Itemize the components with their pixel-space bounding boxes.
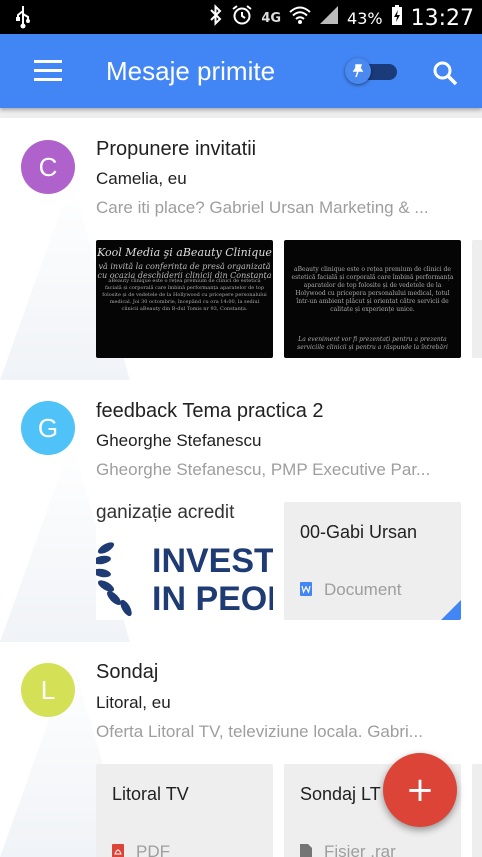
thread-subject: Sondaj	[96, 661, 159, 683]
attachment-name: Sondaj LT	[300, 784, 381, 804]
compose-button[interactable]: +	[383, 753, 457, 827]
file-icon	[300, 843, 312, 857]
preview-text: IN PEOP	[152, 580, 273, 618]
attachment-name: 00-Gabi Ursan	[300, 522, 418, 542]
preview-text: aBeauty clinique este o rețea premium de…	[102, 278, 267, 312]
attachment-type: Document	[324, 580, 402, 599]
app-bar: Mesaje primite	[0, 34, 482, 108]
avatar[interactable]: L	[21, 663, 75, 717]
avatar[interactable]: G	[21, 401, 75, 455]
thread-senders: Litoral, eu	[96, 693, 171, 712]
pdf-icon	[112, 843, 124, 857]
thread-subject: feedback Tema practica 2	[96, 400, 324, 422]
thread-snippet: Oferta Litoral TV, televiziune locala. G…	[96, 722, 423, 741]
status-bar: 4G 43% 13:27	[0, 0, 482, 34]
preview-title: Kool Media şi aBeauty Clinique	[97, 246, 272, 259]
avatar[interactable]: C	[21, 140, 75, 194]
attachment-preview-overflow[interactable]	[472, 240, 482, 358]
preview-text: La eveniment vor fi prezentați pentru a …	[297, 336, 448, 351]
network-type: 4G	[261, 10, 282, 26]
thread-snippet: Care iti place? Gabriel Ursan Marketing …	[96, 198, 429, 217]
hamburger-menu-icon[interactable]	[34, 60, 62, 82]
wifi-icon	[289, 5, 311, 32]
attachment-preview-overflow[interactable]	[472, 764, 482, 857]
thread-subject: Propunere invitatii	[96, 138, 257, 160]
image-attachment-preview[interactable]: ganizație acredit INVESTO IN PEOP	[96, 502, 273, 620]
image-attachment-preview[interactable]: Kool Media şi aBeauty Clinique vă invită…	[96, 240, 273, 358]
usb-icon	[14, 5, 32, 35]
attachment-type: PDF	[136, 842, 170, 857]
clock: 13:27	[410, 5, 474, 31]
preview-text: INVESTO	[152, 542, 273, 580]
compose-plus-icon: +	[405, 770, 435, 810]
preview-text: ganizație acredit	[96, 502, 235, 523]
priority-inbox-toggle[interactable]	[345, 58, 399, 84]
laurel-icon	[96, 538, 144, 618]
thread-senders: Camelia, eu	[96, 169, 187, 188]
thread-snippet: Gheorghe Stefanescu, PMP Executive Par..…	[96, 460, 431, 479]
word-document-icon	[300, 581, 312, 596]
list-item[interactable]: G feedback Tema practica 2 Gheorghe Stef…	[0, 380, 482, 643]
preview-text: aBeauty clinique este o rețea premium de…	[291, 266, 454, 313]
thread-senders: Gheorghe Stefanescu	[96, 431, 262, 450]
attachment-name: Litoral TV	[112, 784, 189, 804]
search-icon[interactable]	[432, 60, 458, 86]
list-item[interactable]: C Propunere invitatii Camelia, eu Care i…	[0, 118, 482, 381]
signal-icon	[319, 5, 339, 32]
message-list: C Propunere invitatii Camelia, eu Care i…	[0, 118, 482, 857]
pdf-attachment-card[interactable]: Litoral TV PDF	[96, 764, 273, 857]
battery-icon	[391, 4, 403, 33]
battery-percent: 43%	[347, 8, 383, 28]
image-attachment-preview[interactable]: aBeauty clinique este o rețea premium de…	[284, 240, 461, 358]
pin-icon	[345, 58, 371, 84]
page-title: Mesaje primite	[106, 56, 276, 86]
attachment-type: Fisier .rar	[324, 842, 396, 857]
bluetooth-icon	[209, 4, 223, 33]
document-attachment-card[interactable]: 00-Gabi Ursan Document	[284, 502, 461, 620]
alarm-icon	[231, 4, 253, 33]
